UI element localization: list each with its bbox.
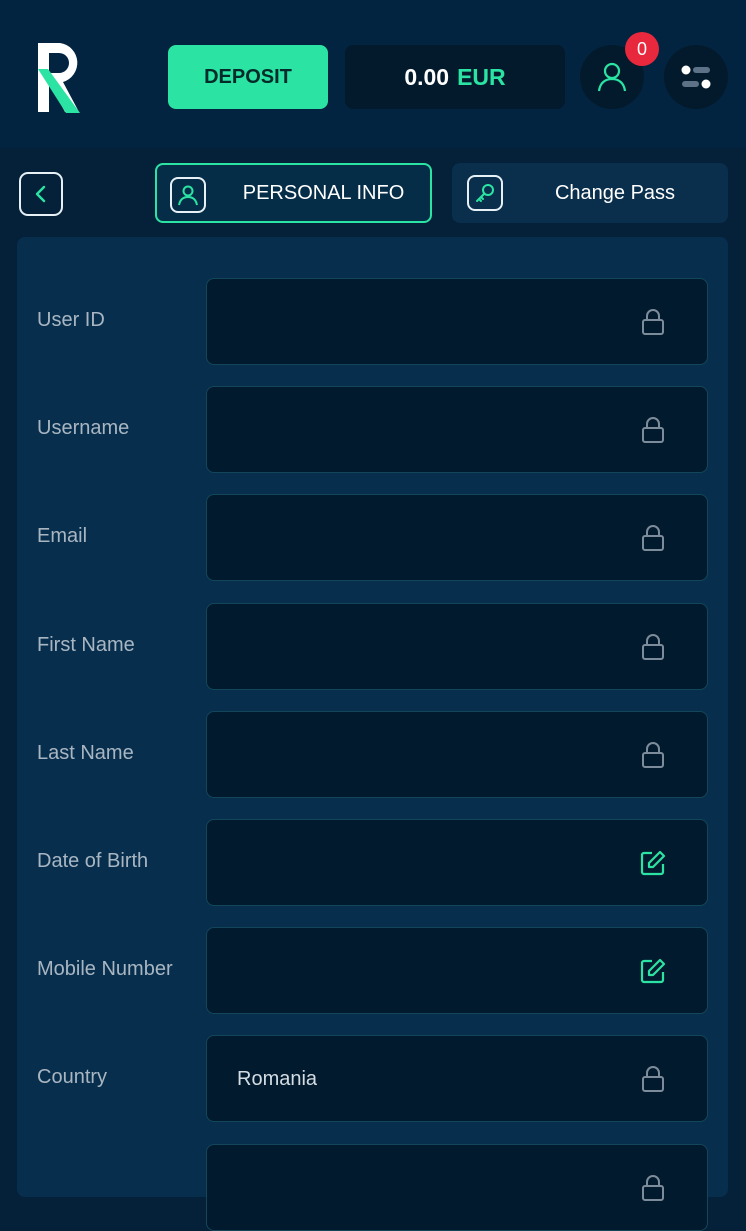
field-input-mobile-number[interactable] [206,927,708,1014]
lock-icon [639,1065,667,1093]
brand-logo[interactable] [36,39,90,115]
back-button[interactable] [19,172,63,216]
field-label-email: Email [37,525,88,547]
lock-icon [639,524,667,552]
balance-amount: 0.00 [404,63,450,90]
field-input-last-name[interactable] [206,711,708,798]
balance-currency: EUR [457,63,506,90]
tab-personal-info[interactable]: PERSONAL INFO [155,163,432,223]
field-value: Romania [237,1068,318,1090]
menu-button[interactable] [664,45,728,109]
field-label-user-id: User ID [37,309,105,331]
field-input-extra[interactable] [206,1144,708,1231]
lock-icon [639,308,667,336]
tab-change-pass[interactable]: Change Pass [452,163,728,223]
field-input-first-name[interactable] [206,603,708,690]
field-label-date-of-birth: Date of Birth [37,850,149,872]
field-label-last-name: Last Name [37,742,134,764]
lock-icon [639,633,667,661]
edit-icon[interactable] [639,957,667,985]
field-label-first-name: First Name [37,634,135,656]
field-input-email[interactable] [206,494,708,581]
lock-icon [639,1174,667,1202]
lock-icon [639,416,667,444]
edit-icon[interactable] [639,849,667,877]
tab-label: Change Pass [554,181,676,204]
field-input-country[interactable]: Romania [206,1035,708,1122]
top-header: DEPOSIT 0.00 EUR 0 [0,0,746,148]
field-label-username: Username [37,417,130,439]
deposit-button[interactable]: DEPOSIT [168,45,328,109]
user-icon [597,62,627,92]
toggle-menu-icon [681,65,711,89]
tab-label: PERSONAL INFO [242,181,405,204]
field-label-country: Country [37,1066,108,1088]
field-input-user-id[interactable] [206,278,708,365]
field-input-date-of-birth[interactable] [206,819,708,906]
key-icon [467,175,503,211]
user-card-icon [170,177,206,213]
balance-display[interactable]: 0.00 EUR [345,45,565,109]
notification-badge: 0 [625,32,659,66]
lock-icon [639,741,667,769]
chevron-left-icon [35,185,46,203]
field-input-username[interactable] [206,386,708,473]
field-label-mobile-number: Mobile Number [37,958,173,980]
